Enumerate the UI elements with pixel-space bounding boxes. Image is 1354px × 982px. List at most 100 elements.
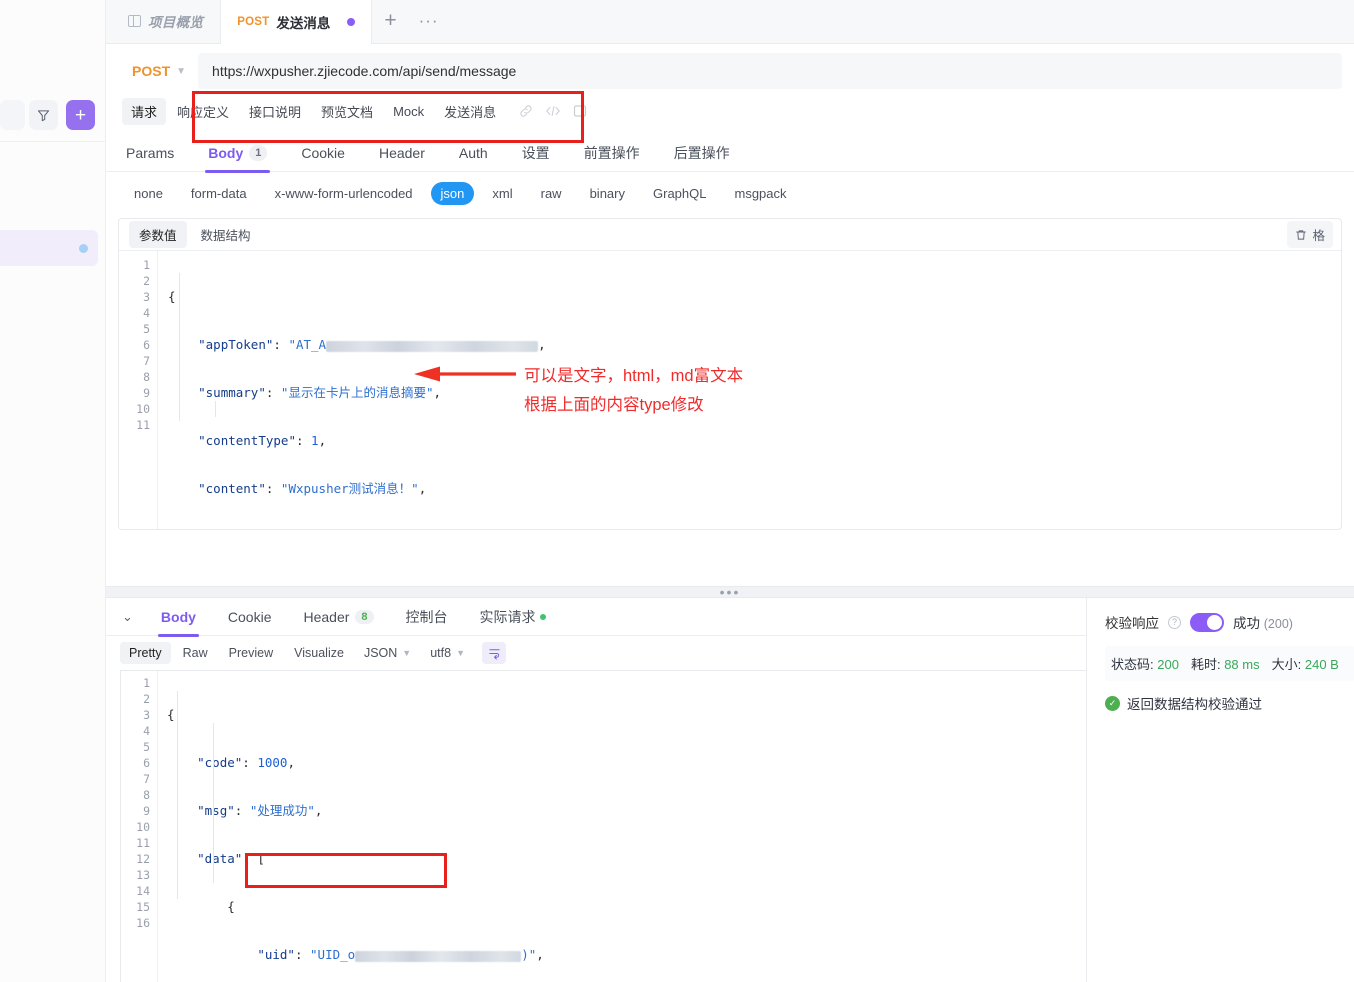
sidebar-partial-chip[interactable] xyxy=(0,100,26,130)
editor-header: 参数值 数据结构 格 xyxy=(119,219,1341,251)
tab-label: Cookie xyxy=(301,144,345,161)
http-method-select[interactable]: POST ▼ xyxy=(118,53,196,89)
json-value: 1 xyxy=(311,433,319,448)
line-number: 2 xyxy=(143,692,150,706)
tab-label: Header xyxy=(378,144,425,161)
body-type-graphql[interactable]: GraphQL xyxy=(643,182,716,205)
chevron-down-icon: ▼ xyxy=(402,648,412,658)
sidebar-toolbar: + xyxy=(0,95,106,135)
response-tab-console[interactable]: 控制台 xyxy=(390,598,464,636)
body-type-row: none form-data x-www-form-urlencoded jso… xyxy=(106,172,1354,214)
redacted-uid xyxy=(355,951,522,962)
header-count-badge: 8 xyxy=(355,609,374,624)
add-request-button[interactable]: + xyxy=(66,100,95,130)
tab-cookie[interactable]: Cookie xyxy=(284,134,362,172)
sidebar-list-item[interactable] xyxy=(0,230,98,266)
wrap-icon xyxy=(488,648,500,660)
body-type-xml[interactable]: xml xyxy=(482,182,522,205)
body-type-msgpack[interactable]: msgpack xyxy=(724,182,796,205)
method-label: POST xyxy=(132,63,171,79)
wrap-lines-button[interactable] xyxy=(482,642,506,664)
body-type-none[interactable]: none xyxy=(124,182,173,205)
unsaved-indicator-icon xyxy=(347,17,356,26)
tab-pre-operation[interactable]: 前置操作 xyxy=(567,134,657,172)
seg-data-structure[interactable]: 数据结构 xyxy=(191,221,261,248)
tab-auth[interactable]: Auth xyxy=(442,134,505,172)
tab-label: Auth xyxy=(458,144,488,161)
tab-label: Body xyxy=(208,144,244,161)
response-tab-cookie[interactable]: Cookie xyxy=(212,598,288,636)
mode-request[interactable]: 请求 xyxy=(122,97,167,125)
mode-preview-doc[interactable]: 预览文档 xyxy=(312,98,382,125)
code-icon[interactable] xyxy=(545,104,561,118)
json-value-suffix: ) xyxy=(521,947,529,962)
tab-header[interactable]: Header xyxy=(362,134,442,172)
tab-label: 发送消息 xyxy=(276,15,331,31)
response-tab-body[interactable]: Body xyxy=(145,598,212,637)
view-pretty[interactable]: Pretty xyxy=(120,642,171,664)
annotation-arrow xyxy=(412,363,518,388)
verify-response-toggle[interactable] xyxy=(1190,612,1224,632)
encoding-select[interactable]: utf8 ▼ xyxy=(422,642,473,664)
time-label: 耗时: xyxy=(1190,657,1221,672)
json-value: Wxpusher测试消息！ xyxy=(288,481,412,496)
panel-resize-handle[interactable]: ••• xyxy=(106,585,1354,599)
line-number: 15 xyxy=(136,900,150,914)
mode-send-message[interactable]: 发送消息 xyxy=(435,98,505,125)
tab-params[interactable]: Params xyxy=(122,134,191,172)
code-line: "uid": "UID_o)", xyxy=(257,947,544,962)
tab-label: 后置操作 xyxy=(673,144,730,161)
tab-settings[interactable]: 设置 xyxy=(505,134,567,172)
line-number: 11 xyxy=(136,836,150,850)
body-type-urlencoded[interactable]: x-www-form-urlencoded xyxy=(265,182,423,205)
line-number: 7 xyxy=(143,772,150,786)
format-button[interactable]: 格 xyxy=(1287,221,1333,248)
tab-body[interactable]: Body 1 xyxy=(191,134,284,173)
view-preview[interactable]: Preview xyxy=(220,642,282,664)
line-number: 1 xyxy=(143,676,150,690)
tab-label: 项目概览 xyxy=(148,15,204,30)
line-number: 11 xyxy=(136,418,150,432)
json-key: data xyxy=(204,851,235,866)
verify-result-label: 成功 xyxy=(1233,616,1260,631)
body-type-json[interactable]: json xyxy=(430,181,475,205)
new-tab-button[interactable]: + xyxy=(372,0,408,43)
body-type-binary[interactable]: binary xyxy=(580,182,635,205)
response-code-area[interactable]: 1 2 3 4 5 6 7 8 9 10 11 12 13 14 15 16 {… xyxy=(120,670,1164,982)
indent-guide xyxy=(213,723,214,883)
mode-response-def[interactable]: 响应定义 xyxy=(168,98,238,125)
view-visualize[interactable]: Visualize xyxy=(285,642,353,664)
response-tab-actual-request[interactable]: 实际请求 xyxy=(464,598,562,636)
json-key: appToken xyxy=(205,337,266,352)
tab-method-label: POST xyxy=(237,15,270,28)
verify-result-code: (200) xyxy=(1263,617,1293,631)
tab-send-message[interactable]: POST 发送消息 xyxy=(220,0,373,44)
line-number: 5 xyxy=(143,322,150,336)
question-icon[interactable]: ? xyxy=(1168,615,1181,629)
status-code-value: 200 xyxy=(1157,657,1179,672)
json-value: 1000 xyxy=(257,755,288,770)
view-raw[interactable]: Raw xyxy=(174,642,217,664)
chevron-down-icon[interactable]: ⌄ xyxy=(120,609,145,625)
verify-result: 成功 (200) xyxy=(1233,612,1293,632)
validation-text: 返回数据结构校验通过 xyxy=(1127,697,1262,712)
body-type-raw[interactable]: raw xyxy=(531,182,572,205)
mode-api-desc[interactable]: 接口说明 xyxy=(240,98,310,125)
format-select[interactable]: JSON ▼ xyxy=(356,642,419,664)
mode-mock[interactable]: Mock xyxy=(384,100,433,123)
line-number: 2 xyxy=(143,274,150,288)
panel-icon[interactable] xyxy=(573,104,587,118)
filter-icon[interactable] xyxy=(29,100,59,130)
tab-post-operation[interactable]: 后置操作 xyxy=(657,134,747,172)
response-tab-header[interactable]: Header 8 xyxy=(288,598,390,636)
line-number: 9 xyxy=(143,804,150,818)
body-type-form-data[interactable]: form-data xyxy=(181,182,257,205)
seg-param-value[interactable]: 参数值 xyxy=(129,221,187,248)
url-input[interactable]: https://wxpusher.zjiecode.com/api/send/m… xyxy=(198,53,1342,89)
tab-more-button[interactable]: ··· xyxy=(409,0,449,43)
code-line: "contentType": 1, xyxy=(198,433,327,448)
check-circle-icon: ✓ xyxy=(1105,695,1120,711)
link-icon[interactable] xyxy=(519,104,533,118)
status-code-label: 状态码: xyxy=(1111,657,1154,672)
tab-project-overview[interactable]: 项目概览 xyxy=(112,0,220,43)
